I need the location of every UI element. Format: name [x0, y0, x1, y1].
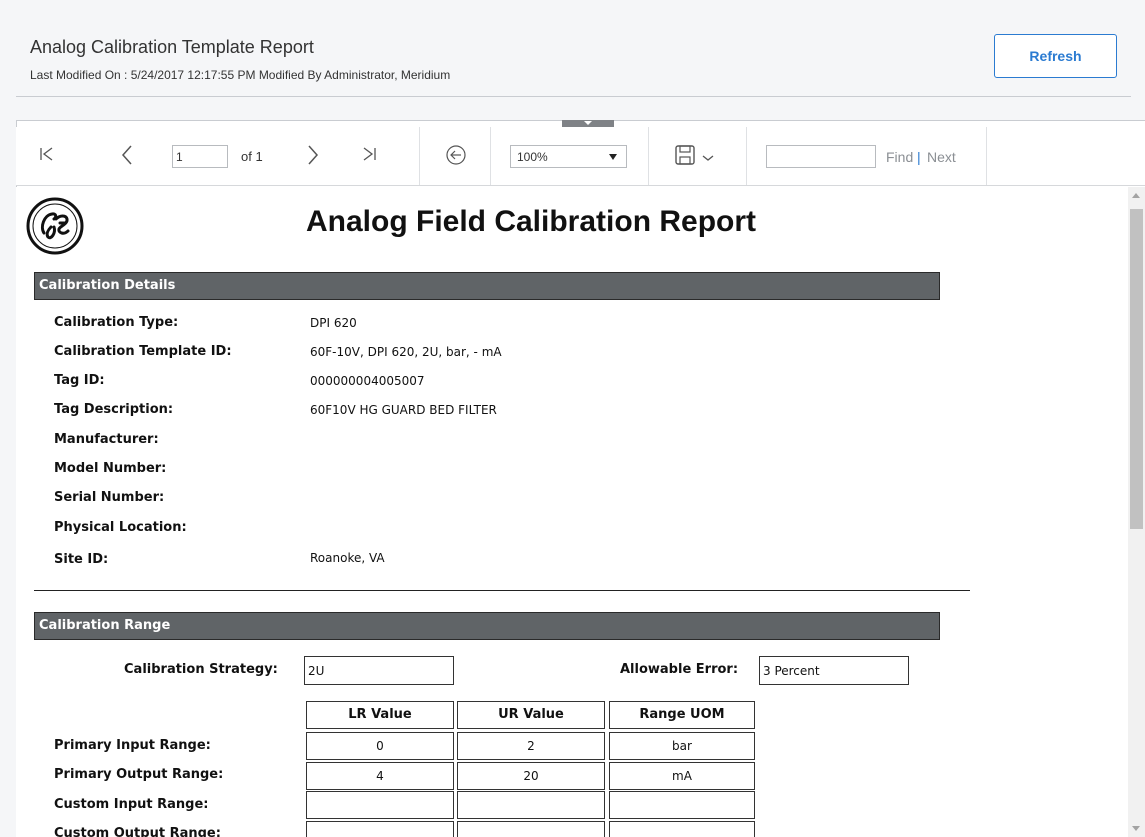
- calibration-type-label: Calibration Type:: [54, 315, 179, 330]
- custom-output-range-label: Custom Output Range:: [54, 826, 221, 837]
- range-uom-header: Range UOM: [609, 701, 755, 729]
- calibration-strategy-value: 2U: [304, 656, 454, 685]
- next-link[interactable]: Next: [927, 149, 956, 165]
- tag-description-label: Tag Description:: [54, 402, 174, 417]
- previous-page-icon[interactable]: [116, 144, 138, 168]
- model-number-label: Model Number:: [54, 461, 167, 476]
- tag-description-value: 60F10V HG GUARD BED FILTER: [310, 403, 497, 417]
- table-cell: [457, 791, 605, 819]
- table-cell: 20: [457, 762, 605, 790]
- ge-logo-icon: [26, 197, 84, 255]
- report-toolbar: of 1 100% Find | Next: [16, 127, 1145, 186]
- back-to-parent-icon[interactable]: [444, 144, 468, 168]
- calibration-range-heading: Calibration Range: [34, 612, 940, 640]
- table-cell: [457, 821, 605, 837]
- serial-number-label: Serial Number:: [54, 490, 165, 505]
- page-number-input[interactable]: [172, 145, 228, 168]
- calibration-template-id-label: Calibration Template ID:: [54, 344, 232, 359]
- app: Analog Calibration Template Report Last …: [0, 0, 1145, 837]
- toolbar-separator: [746, 127, 747, 185]
- calibration-details-heading: Calibration Details: [34, 272, 940, 300]
- table-cell: 2: [457, 732, 605, 760]
- refresh-button[interactable]: Refresh: [994, 34, 1117, 78]
- site-id-value: Roanoke, VA: [310, 551, 385, 565]
- next-page-icon[interactable]: [302, 144, 324, 168]
- lr-value-header: LR Value: [306, 701, 454, 729]
- tag-id-value: 000000004005007: [310, 374, 425, 388]
- page-header: Analog Calibration Template Report Last …: [0, 0, 1145, 96]
- physical-location-label: Physical Location:: [54, 520, 187, 535]
- ur-value-header: UR Value: [457, 701, 605, 729]
- zoom-value: 100%: [517, 150, 548, 164]
- last-modified-info: Last Modified On : 5/24/2017 12:17:55 PM…: [30, 68, 451, 82]
- find-link[interactable]: Find: [886, 149, 913, 165]
- custom-input-range-label: Custom Input Range:: [54, 797, 209, 812]
- table-cell: 4: [306, 762, 454, 790]
- primary-input-range-label: Primary Input Range:: [54, 738, 211, 753]
- page-title: Analog Calibration Template Report: [30, 37, 314, 57]
- export-save-icon[interactable]: [672, 144, 722, 168]
- section-divider: [34, 590, 970, 591]
- table-cell: [306, 791, 454, 819]
- toolbar-separator: [648, 127, 649, 185]
- report-title: Analog Field Calibration Report: [306, 205, 757, 238]
- dropdown-arrow-icon: [609, 154, 617, 160]
- table-cell: [306, 821, 454, 837]
- scroll-up-arrow-icon[interactable]: [1132, 193, 1140, 198]
- tag-id-label: Tag ID:: [54, 373, 105, 388]
- toolbar-separator: [419, 127, 420, 185]
- chevron-down-icon: [584, 121, 592, 125]
- header-divider: [16, 96, 1131, 97]
- calibration-type-value: DPI 620: [310, 316, 357, 330]
- scroll-down-arrow-icon[interactable]: [1132, 826, 1140, 831]
- manufacturer-label: Manufacturer:: [54, 432, 159, 447]
- toolbar-separator: [986, 127, 987, 185]
- primary-output-range-label: Primary Output Range:: [54, 767, 224, 782]
- page-count-label: of 1: [241, 149, 263, 164]
- site-id-label: Site ID:: [54, 552, 109, 567]
- first-page-icon[interactable]: [36, 144, 58, 168]
- find-next-separator: |: [917, 149, 921, 165]
- calibration-template-id-value: 60F-10V, DPI 620, 2U, bar, - mA: [310, 345, 502, 359]
- last-page-icon[interactable]: [358, 144, 380, 168]
- zoom-select[interactable]: 100%: [510, 145, 627, 168]
- table-cell: 0: [306, 732, 454, 760]
- table-cell: mA: [609, 762, 755, 790]
- scrollbar-thumb[interactable]: [1130, 209, 1143, 529]
- allowable-error-label: Allowable Error:: [620, 662, 739, 677]
- allowable-error-value: 3 Percent: [759, 656, 909, 685]
- report-scrollbar[interactable]: [1128, 187, 1145, 837]
- report-page: Analog Field Calibration Report Calibrat…: [16, 187, 1128, 837]
- collapse-toolbar-handle[interactable]: [562, 120, 614, 127]
- calibration-strategy-label: Calibration Strategy:: [124, 662, 278, 677]
- table-cell: bar: [609, 732, 755, 760]
- table-cell: [609, 791, 755, 819]
- toolbar-separator: [490, 127, 491, 185]
- find-input[interactable]: [766, 145, 876, 168]
- table-cell: [609, 821, 755, 837]
